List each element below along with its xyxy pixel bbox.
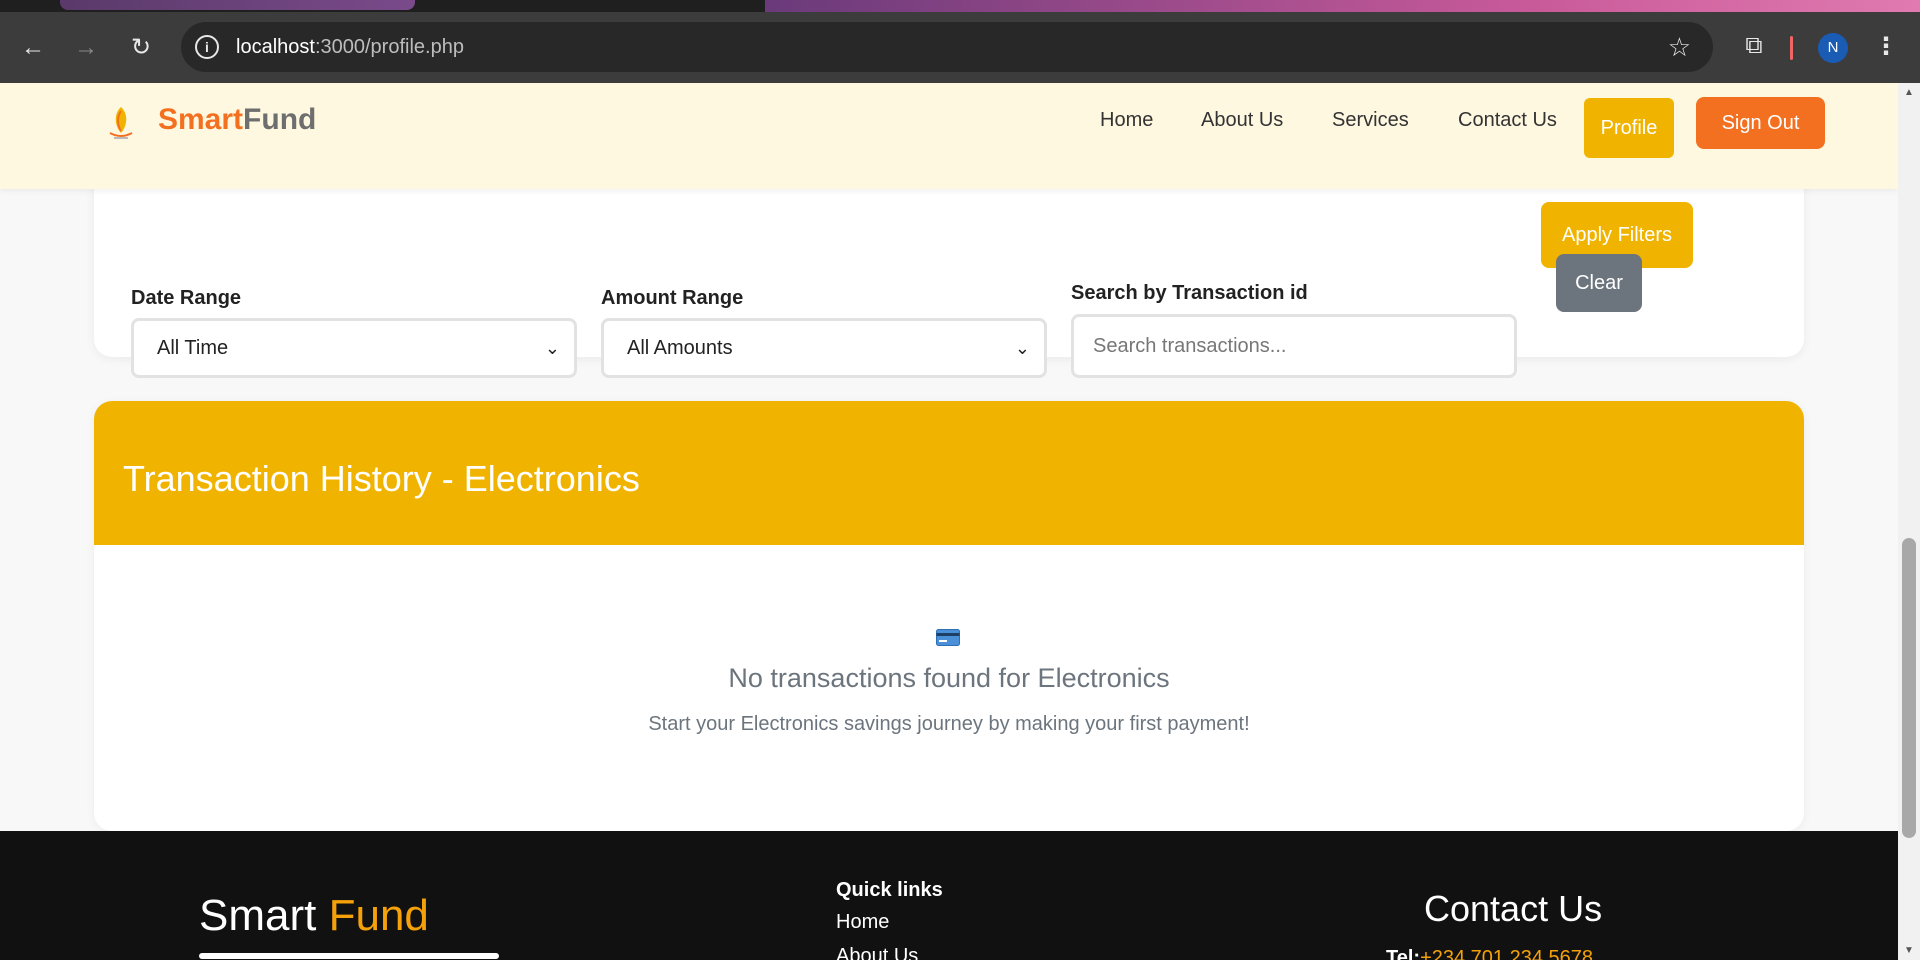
browser-tab[interactable] <box>765 0 1920 12</box>
scroll-down-arrow-icon[interactable]: ▼ <box>1903 945 1915 956</box>
search-label: Search by Transaction id <box>1071 282 1308 304</box>
credit-card-icon <box>936 629 960 646</box>
toolbar-divider <box>1790 36 1793 60</box>
smartfund-logo-icon[interactable] <box>104 103 138 143</box>
sign-out-button[interactable]: Sign Out <box>1696 97 1825 149</box>
history-card-header: Transaction History - Electronics <box>94 401 1804 545</box>
browser-toolbar: ← → ↻ i localhost:3000/profile.php ☆ ⧉ N… <box>0 12 1920 83</box>
browser-menu-icon[interactable]: ⋮ <box>1874 32 1898 62</box>
amount-range-value: All Amounts <box>627 337 733 359</box>
quick-links-heading: Quick links <box>836 879 943 901</box>
transaction-search-input[interactable]: Search transactions... <box>1071 314 1517 378</box>
footer-brand: Smart Fund <box>199 891 429 940</box>
page-viewport: Date Range All Time ⌄ Amount Range All A… <box>0 83 1898 960</box>
footer-brand-underline <box>199 953 499 959</box>
scrollbar-thumb[interactable] <box>1902 538 1916 838</box>
chevron-down-icon: ⌄ <box>1014 338 1030 358</box>
site-header: SmartFund Home About Us Services Contact… <box>0 83 1898 189</box>
date-range-select[interactable]: All Time ⌄ <box>131 318 577 378</box>
scroll-up-arrow-icon[interactable]: ▲ <box>1903 87 1915 98</box>
chevron-down-icon: ⌄ <box>544 338 560 358</box>
footer-telephone: Tel:+234 701 234 5678 <box>1386 947 1593 960</box>
url-text[interactable]: localhost:3000/profile.php <box>236 34 464 60</box>
page-scrollbar[interactable]: ▲ ▼ <box>1898 83 1920 960</box>
amount-range-label: Amount Range <box>601 287 744 309</box>
telephone-link[interactable]: +234 701 234 5678 <box>1420 947 1593 960</box>
history-title: Transaction History - Electronics <box>123 458 640 499</box>
brand-logo-text[interactable]: SmartFund <box>158 103 316 137</box>
nav-contact-link[interactable]: Contact Us <box>1458 109 1557 132</box>
site-footer: Smart Fund Quick links Home About Us Con… <box>0 831 1898 960</box>
reload-icon[interactable]: ↻ <box>127 34 155 62</box>
profile-avatar[interactable]: N <box>1818 33 1848 63</box>
empty-state-title: No transactions found for Electronics <box>728 663 1170 693</box>
transaction-history-card: Transaction History - Electronics No tra… <box>94 401 1804 831</box>
back-arrow-icon[interactable]: ← <box>19 34 47 62</box>
footer-about-link[interactable]: About Us <box>836 945 918 960</box>
search-placeholder: Search transactions... <box>1093 335 1287 357</box>
nav-about-link[interactable]: About Us <box>1201 109 1283 132</box>
empty-state-subtitle: Start your Electronics savings journey b… <box>648 713 1250 735</box>
nav-services-link[interactable]: Services <box>1332 109 1409 132</box>
extensions-puzzle-icon[interactable]: ⧉ <box>1740 32 1768 60</box>
bookmark-star-icon[interactable]: ☆ <box>1668 32 1691 63</box>
footer-home-link[interactable]: Home <box>836 911 889 934</box>
address-bar[interactable]: i localhost:3000/profile.php ☆ <box>181 22 1713 72</box>
browser-tab-strip <box>0 0 1920 12</box>
date-range-value: All Time <box>157 337 229 359</box>
profile-button[interactable]: Profile <box>1584 98 1674 158</box>
amount-range-select[interactable]: All Amounts ⌄ <box>601 318 1047 378</box>
nav-home-link[interactable]: Home <box>1100 109 1153 132</box>
footer-contact-heading: Contact Us <box>1424 888 1603 929</box>
site-info-icon[interactable]: i <box>195 35 219 59</box>
forward-arrow-icon[interactable]: → <box>72 34 100 62</box>
clear-filters-button[interactable]: Clear <box>1556 254 1642 312</box>
date-range-label: Date Range <box>131 287 242 309</box>
browser-tab[interactable] <box>60 0 415 10</box>
